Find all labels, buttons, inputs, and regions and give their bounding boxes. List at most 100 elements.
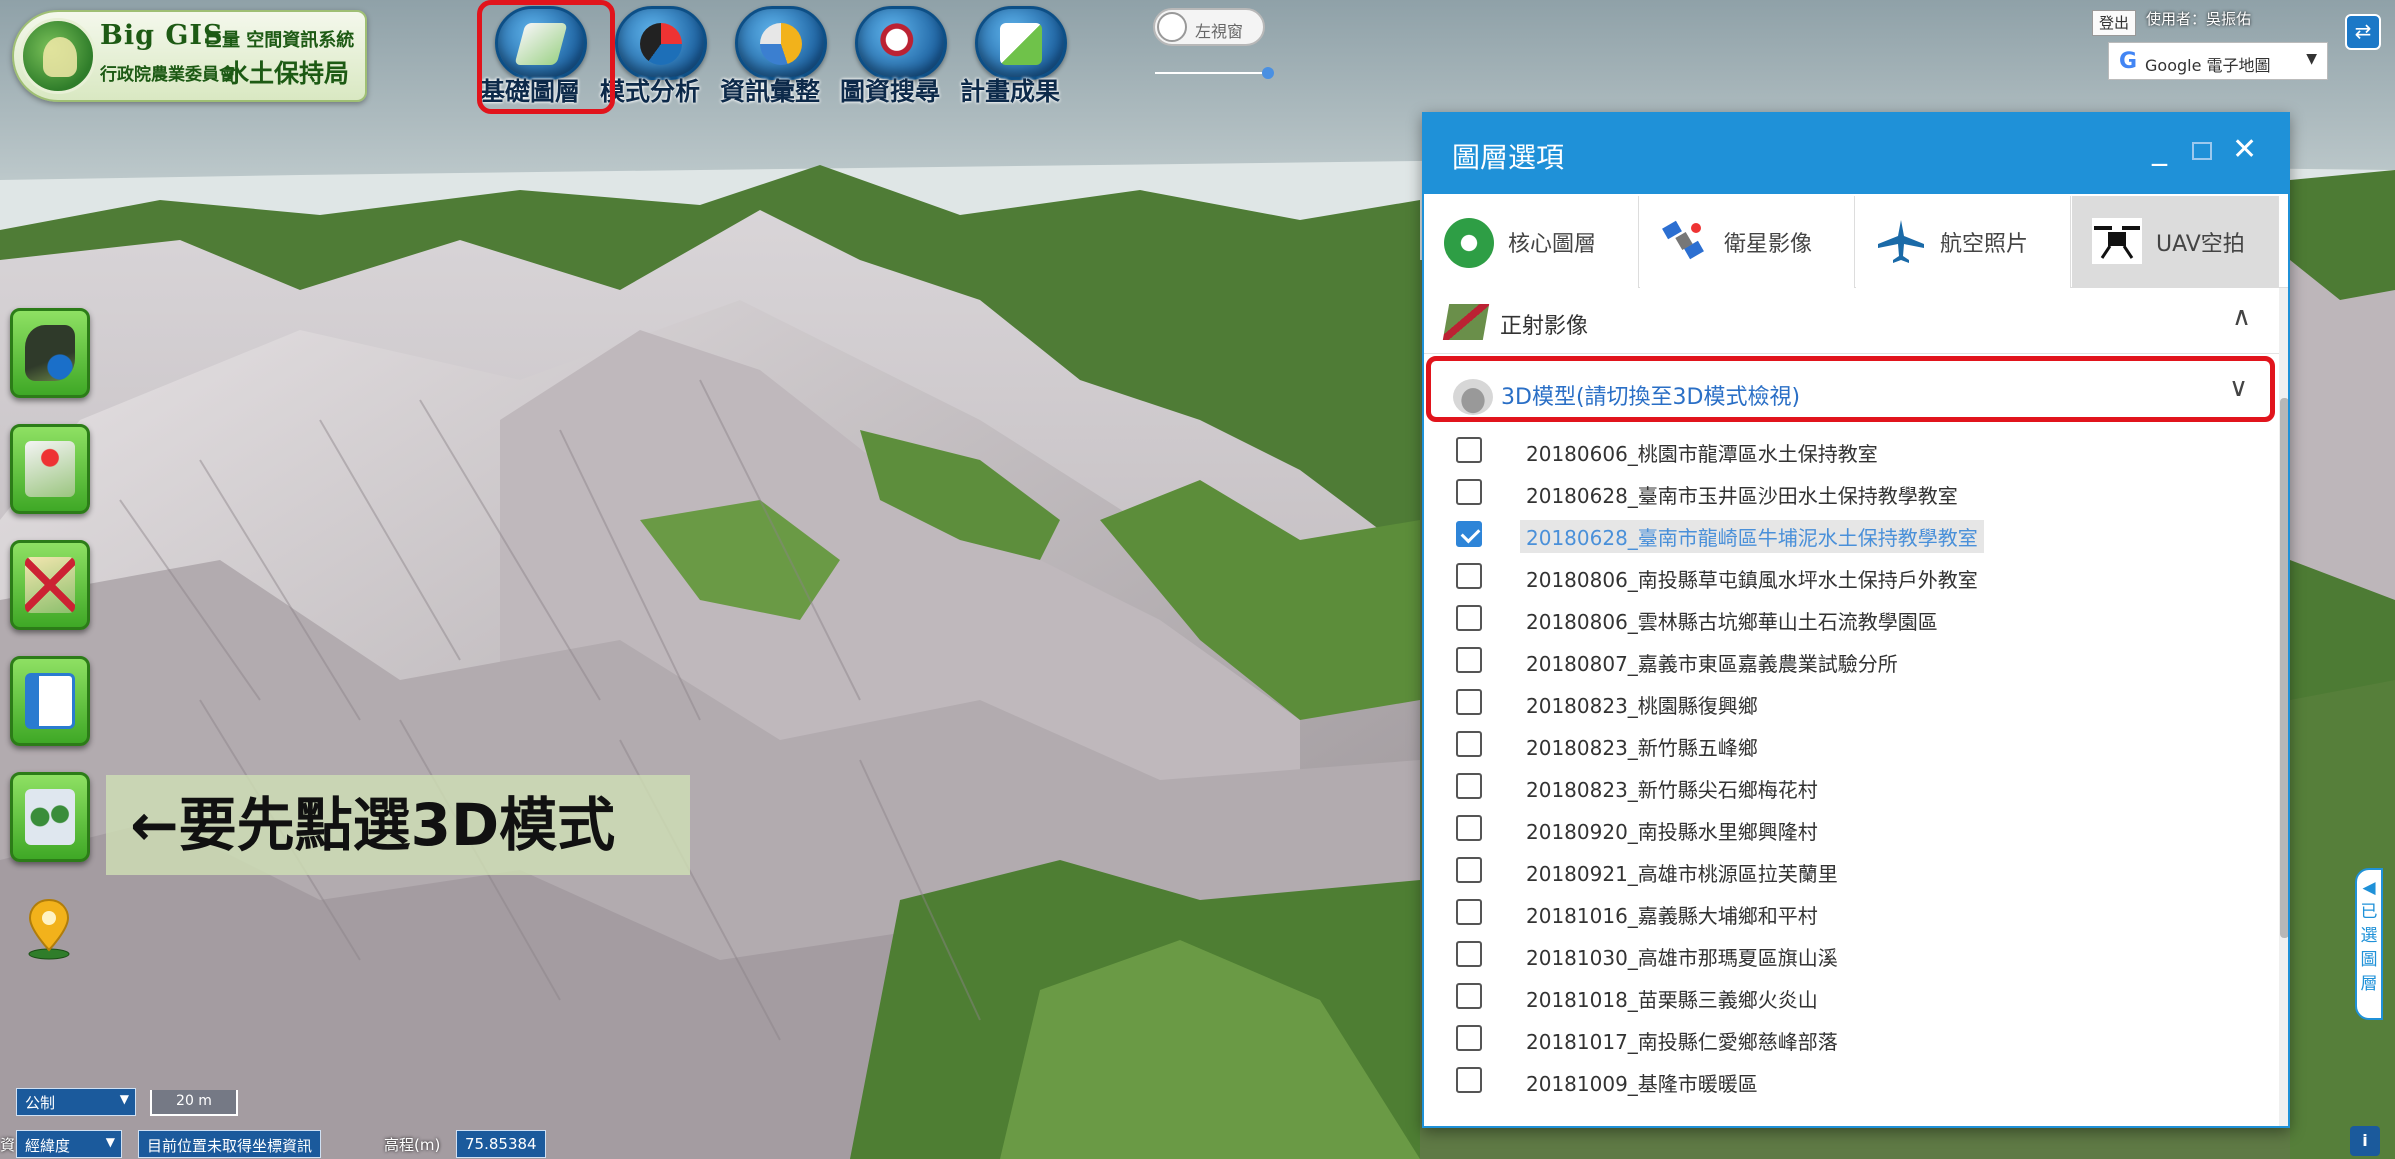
layer-list-item[interactable]: 20181030_高雄市那瑪夏區旗山溪 — [1424, 932, 2279, 974]
tab-uav-label: UAV空拍 — [2156, 232, 2245, 257]
menu-map-search[interactable]: 圖資搜尋 — [840, 6, 958, 106]
logo-bureau: 水土保持局 — [224, 59, 350, 88]
layer-checkbox[interactable] — [1456, 689, 1482, 715]
layer-list-item[interactable]: 20180628_臺南市龍崎區牛埔泥水土保持教學教室 — [1424, 512, 2279, 554]
map-search-icon — [855, 6, 947, 80]
section-3d-model[interactable]: 3D模型(請切換至3D模式檢視) ∨ — [1426, 356, 2275, 422]
layer-checkbox[interactable] — [1456, 1067, 1482, 1093]
layer-list-item[interactable]: 20181017_南投縣仁愛鄉慈峰部落 — [1424, 1016, 2279, 1058]
layer-list-item[interactable]: 20180823_桃園縣復興鄉 — [1424, 680, 2279, 722]
coord-system-select[interactable]: 經緯度 ▼ — [16, 1130, 122, 1158]
toggle-label: 左視窗 — [1195, 22, 1244, 41]
world-map-icon — [25, 789, 75, 845]
taiwan-view-button[interactable] — [10, 308, 90, 398]
layer-checkbox[interactable] — [1456, 857, 1482, 883]
info-icon[interactable]: i — [2350, 1126, 2380, 1156]
logout-button[interactable]: 登出 — [2092, 10, 2137, 36]
layer-checkbox[interactable] — [1456, 815, 1482, 841]
layer-checkbox[interactable] — [1456, 1025, 1482, 1051]
close-icon[interactable]: ✕ — [2232, 134, 2257, 166]
chevron-down-icon: ▼ — [119, 1092, 129, 1106]
window-icon — [25, 673, 75, 729]
measure-tool-button[interactable] — [10, 540, 90, 630]
toggle-knob[interactable] — [1157, 12, 1187, 42]
layer-list-item-label: 20180921_高雄市桃源區拉芙蘭里 — [1526, 862, 1838, 886]
layer-list-item[interactable]: 20180606_桃園市龍潭區水土保持教室 — [1424, 428, 2279, 470]
layer-list-item-label: 20180806_南投縣草屯鎮風水坪水土保持戶外教室 — [1526, 568, 1978, 592]
layer-list-item[interactable]: 20180806_雲林縣古坑鄉華山土石流教學園區 — [1424, 596, 2279, 638]
highlight-base-layers — [477, 0, 615, 114]
unit-select-value: 公制 — [25, 1094, 56, 1112]
layer-list-item[interactable]: 20180806_南投縣草屯鎮風水坪水土保持戶外教室 — [1424, 554, 2279, 596]
analysis-icon — [615, 6, 707, 80]
layer-checkbox[interactable] — [1456, 773, 1482, 799]
layer-list-item[interactable]: 20180807_嘉義市東區嘉義農業試驗分所 — [1424, 638, 2279, 680]
layer-options-panel: 圖層選項 _ ✕ 核心圖層 衛星影像 航空照片 UAV空拍 正射影像 ∧ 3D模… — [1422, 112, 2290, 1128]
project-results-icon — [975, 6, 1067, 80]
layer-list-item[interactable]: 20181016_嘉義縣大埔鄉和平村 — [1424, 890, 2279, 932]
world-map-button[interactable] — [10, 772, 90, 862]
layer-checkbox[interactable] — [1456, 479, 1482, 505]
unit-select[interactable]: 公制 ▼ — [16, 1088, 136, 1116]
locate-map-button[interactable] — [10, 424, 90, 514]
section-orthophoto[interactable]: 正射影像 ∧ — [1424, 288, 2279, 354]
layer-list-item-label: 20181030_高雄市那瑪夏區旗山溪 — [1526, 946, 1838, 970]
user-label: 使用者：吳振佑 — [2146, 10, 2252, 28]
link-icon[interactable]: ⇄ — [2345, 14, 2381, 50]
scroll-thumb[interactable] — [2280, 398, 2288, 938]
opacity-slider[interactable] — [1155, 72, 1270, 74]
layer-list-item-label: 20180920_南投縣水里鄉興隆村 — [1526, 820, 1818, 844]
coord-info: 目前位置未取得坐標資訊 — [138, 1130, 322, 1158]
status-left-partial: 資 — [0, 1136, 16, 1154]
3d-model-icon — [1453, 379, 1493, 415]
window-panel-button[interactable] — [10, 656, 90, 746]
3d-model-list: 20180606_桃園市龍潭區水土保持教室 20180628_臺南市玉井區沙田水土… — [1424, 428, 2279, 1126]
menu-project-results[interactable]: 計畫成果 — [960, 6, 1078, 106]
left-window-toggle[interactable]: 左視窗 — [1153, 8, 1265, 46]
layer-checkbox[interactable] — [1456, 647, 1482, 673]
menu-map-search-label: 圖資搜尋 — [840, 77, 941, 106]
minimize-icon[interactable]: _ — [2152, 134, 2167, 166]
layer-list-item-label: 20180823_新竹縣尖石鄉梅花村 — [1526, 778, 1818, 802]
chevron-up-icon[interactable]: ∧ — [2232, 302, 2251, 332]
basemap-select[interactable]: G Google 電子地圖 ▼ — [2108, 42, 2328, 80]
layer-checkbox[interactable] — [1456, 941, 1482, 967]
layer-checkbox[interactable] — [1456, 605, 1482, 631]
layer-list-item[interactable]: 20180921_高雄市桃源區拉芙蘭里 — [1424, 848, 2279, 890]
menu-info-summary[interactable]: 資訊彙整 — [720, 6, 838, 106]
tab-uav[interactable]: UAV空拍 — [2072, 196, 2279, 288]
maximize-icon[interactable] — [2192, 142, 2212, 160]
satellite-icon — [1660, 218, 1710, 264]
layer-list-item[interactable]: 20181018_苗栗縣三義鄉火炎山 — [1424, 974, 2279, 1016]
selected-layers-tab[interactable]: ◀ 已 選 圖 層 — [2355, 868, 2383, 1020]
panel-scrollbar[interactable] — [2279, 288, 2288, 1126]
tab-core-layers-label: 核心圖層 — [1508, 232, 1597, 257]
layer-checkbox[interactable] — [1456, 437, 1482, 463]
layer-checkbox[interactable] — [1456, 899, 1482, 925]
menu-model-analysis[interactable]: 模式分析 — [600, 6, 718, 106]
opacity-slider-handle[interactable] — [1262, 67, 1274, 79]
elevation-value: 75.85384 — [456, 1130, 546, 1158]
tab-satellite[interactable]: 衛星影像 — [1640, 196, 1855, 288]
tab-aerial-photo[interactable]: 航空照片 — [1856, 196, 2071, 288]
location-pin-icon[interactable] — [26, 898, 72, 960]
layer-list-item-label: 20180807_嘉義市東區嘉義農業試驗分所 — [1526, 652, 1898, 676]
layer-list-item-label: 20180628_臺南市玉井區沙田水土保持教學教室 — [1526, 484, 1958, 508]
bigis-logo[interactable]: Big GIS 巨量 空間資訊系統 行政院農業委員會 水土保持局 — [12, 10, 367, 102]
tab-core-layers[interactable]: 核心圖層 — [1424, 196, 1639, 288]
layer-list-item[interactable]: 20181009_基隆市暖暖區 — [1424, 1058, 2279, 1100]
chevron-down-icon[interactable]: ∨ — [2229, 373, 2248, 403]
layer-checkbox[interactable] — [1456, 563, 1482, 589]
layer-checkbox[interactable] — [1456, 731, 1482, 757]
layer-list-item[interactable]: 20180823_新竹縣尖石鄉梅花村 — [1424, 764, 2279, 806]
layer-list-item[interactable]: 20180920_南投縣水里鄉興隆村 — [1424, 806, 2279, 848]
section-orthophoto-label: 正射影像 — [1500, 314, 1589, 339]
layer-checkbox[interactable] — [1456, 521, 1482, 547]
layer-checkbox[interactable] — [1456, 983, 1482, 1009]
taiwan-eye-icon — [25, 325, 75, 381]
layer-list-item-label: 20180606_桃園市龍潭區水土保持教室 — [1526, 442, 1878, 466]
drone-icon — [2092, 218, 2142, 264]
layer-list-item[interactable]: 20180628_臺南市玉井區沙田水土保持教學教室 — [1424, 470, 2279, 512]
info-summary-icon — [735, 6, 827, 80]
layer-list-item[interactable]: 20180823_新竹縣五峰鄉 — [1424, 722, 2279, 764]
